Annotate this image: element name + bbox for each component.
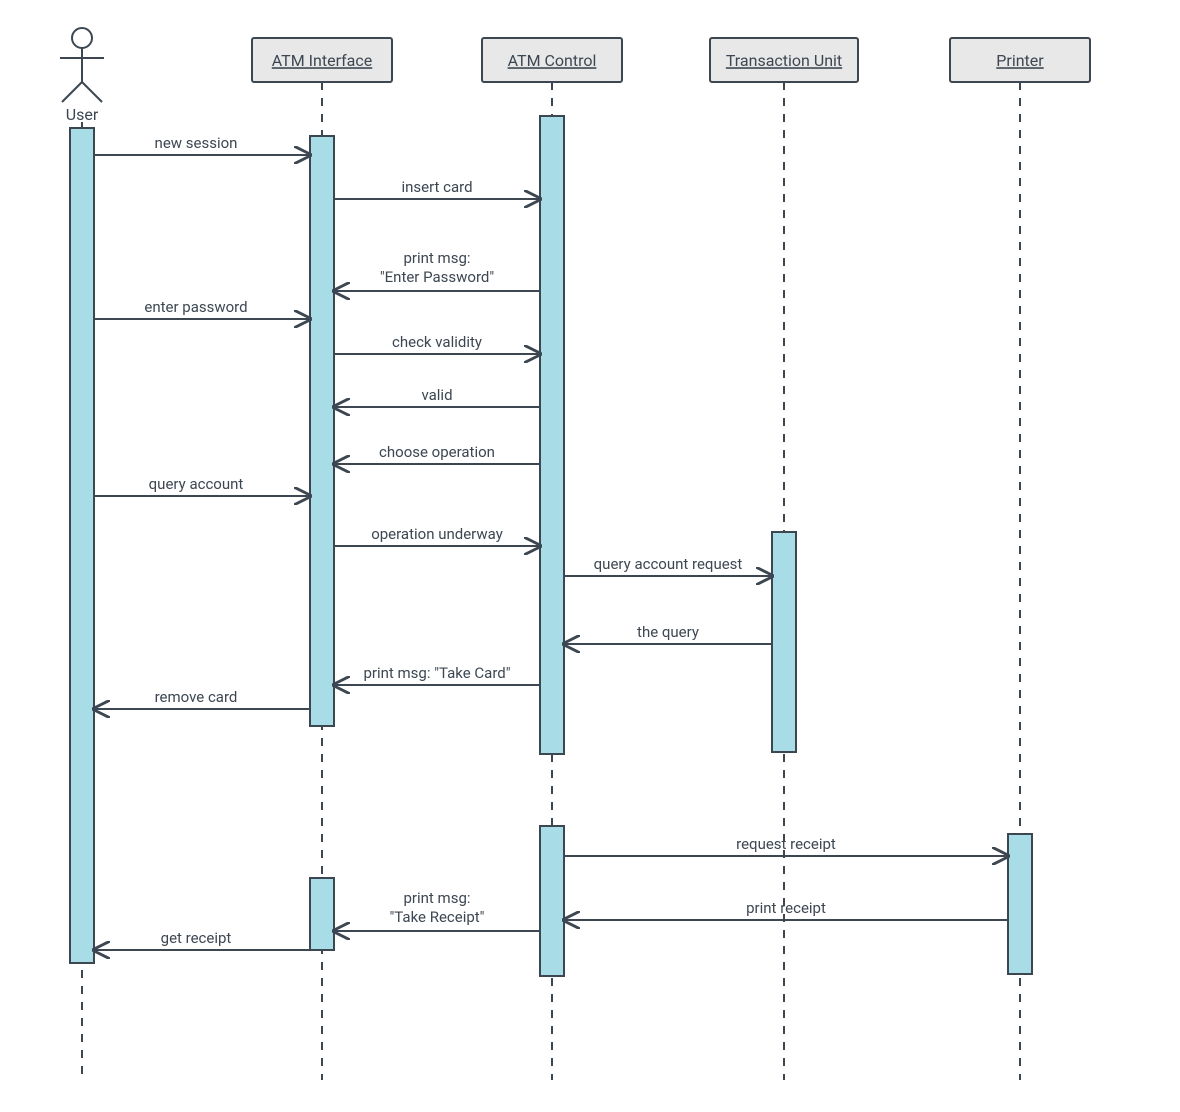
message-label: operation underway	[371, 525, 503, 543]
participant-label: Printer	[996, 51, 1044, 70]
message-label: enter password	[144, 298, 247, 316]
message-label: print receipt	[746, 899, 826, 917]
message-label: query account	[149, 475, 244, 493]
actor-user: User	[60, 28, 104, 124]
message-label: remove card	[155, 688, 238, 706]
participant-atm-interface: ATM Interface	[252, 38, 392, 82]
message-label: "Take Receipt"	[389, 908, 484, 926]
participant-label: ATM Control	[508, 51, 597, 70]
message-label: query account request	[594, 555, 743, 573]
message-label: print msg: "Take Card"	[363, 664, 510, 682]
activation-user	[70, 128, 94, 963]
participant-printer: Printer	[950, 38, 1090, 82]
activation-atm-interface-2	[310, 878, 334, 950]
message-label: choose operation	[379, 443, 495, 461]
message-label: check validity	[392, 333, 482, 351]
participant-atm-control: ATM Control	[482, 38, 622, 82]
activation-atm-control-1	[540, 116, 564, 754]
message-label: the query	[637, 623, 699, 641]
message-label: "Enter Password"	[380, 268, 495, 286]
activation-atm-interface-1	[310, 136, 334, 726]
message-label: insert card	[401, 178, 472, 196]
activation-atm-control-2	[540, 826, 564, 976]
message-label: print msg:	[403, 889, 470, 907]
message-label: get receipt	[161, 929, 232, 947]
participant-label: ATM Interface	[272, 51, 372, 70]
message-label: new session	[155, 134, 238, 152]
participant-transaction-unit: Transaction Unit	[710, 38, 858, 82]
sequence-diagram: User ATM Interface ATM Control Transacti…	[0, 0, 1180, 1112]
activation-transaction-unit	[772, 532, 796, 752]
message-label: print msg:	[403, 249, 470, 267]
message-label: valid	[421, 386, 452, 404]
participant-label: Transaction Unit	[726, 51, 842, 70]
activation-printer	[1008, 834, 1032, 974]
actor-label: User	[66, 105, 99, 124]
message-label: request receipt	[736, 835, 836, 853]
